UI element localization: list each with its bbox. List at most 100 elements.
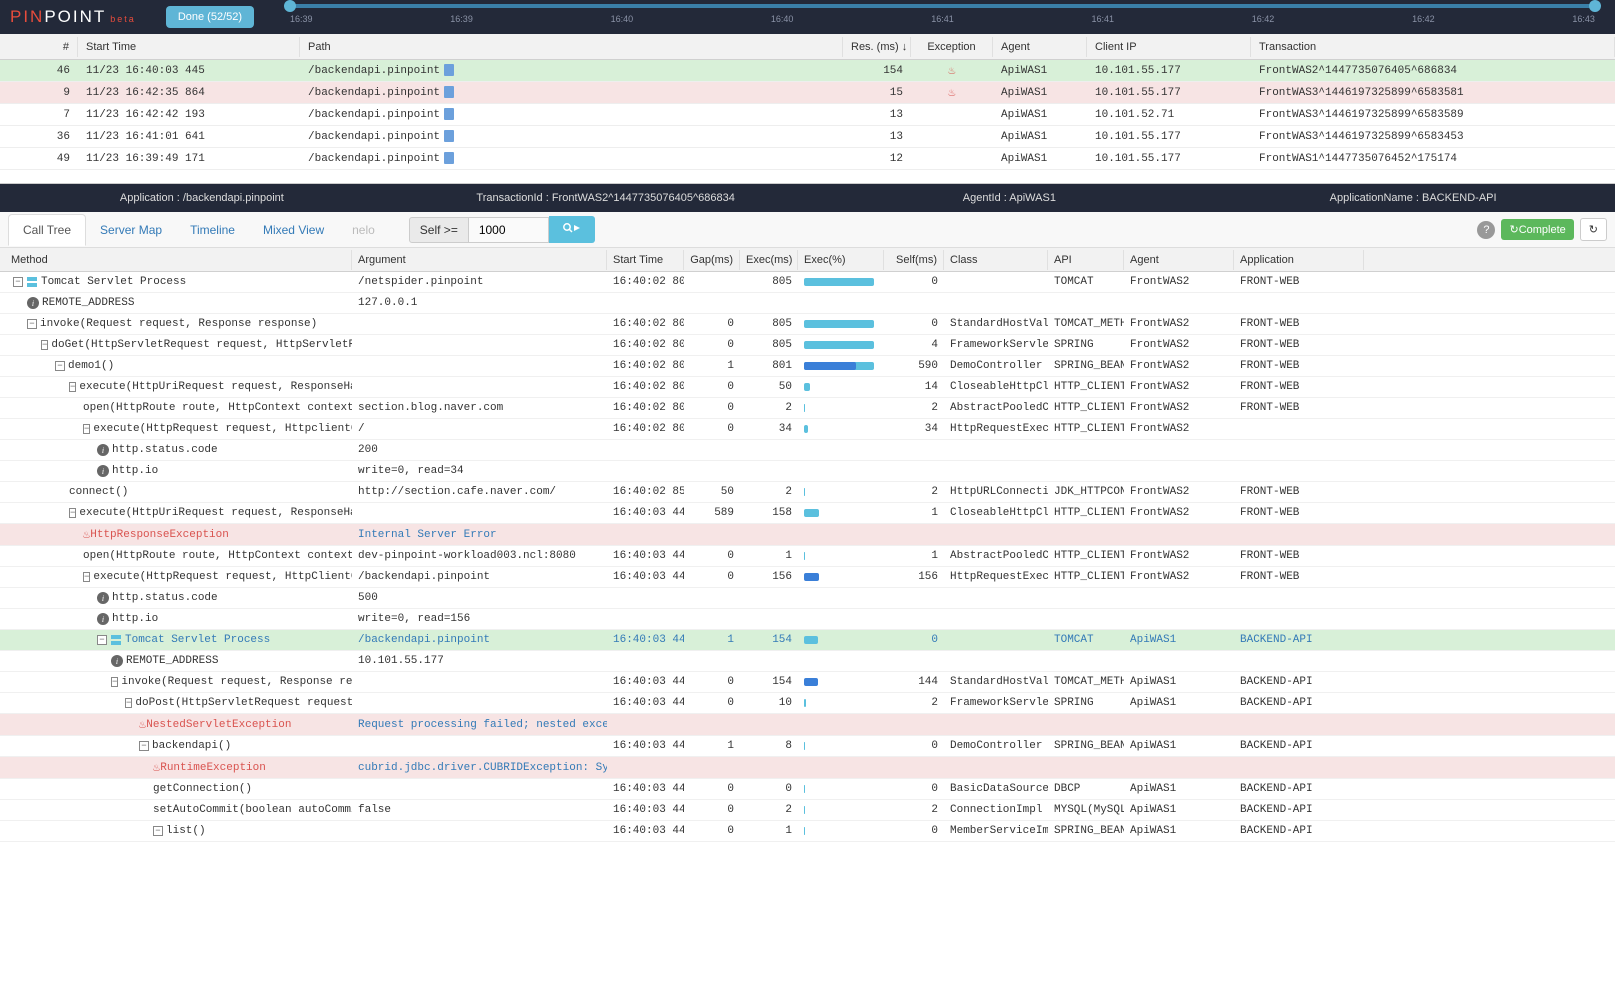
cell-method: ihttp.status.code [5, 589, 352, 607]
tab-call-tree[interactable]: Call Tree [8, 214, 86, 246]
expand-icon[interactable]: − [125, 698, 132, 708]
cell-gap: 1 [684, 737, 740, 755]
expand-icon[interactable]: − [111, 677, 118, 687]
call-tree-row[interactable]: ♨ NestedServletExceptionRequest processi… [0, 714, 1615, 736]
expand-icon[interactable]: − [69, 508, 76, 518]
tcol-application[interactable]: Application [1234, 250, 1364, 270]
complete-button[interactable]: ↻Complete [1501, 219, 1573, 240]
call-tree-row[interactable]: −execute(HttpUriRequest request, Respons… [0, 377, 1615, 398]
transaction-row[interactable]: 3611/23 16:41:01 641/backendapi.pinpoint… [0, 126, 1615, 148]
cell-exec [740, 300, 798, 306]
call-tree-row[interactable]: ♨ RuntimeExceptioncubrid.jdbc.driver.CUB… [0, 757, 1615, 779]
expand-icon[interactable]: − [69, 382, 76, 392]
expand-icon[interactable]: − [27, 319, 37, 329]
tcol-method[interactable]: Method [5, 250, 352, 270]
expand-icon[interactable]: − [97, 635, 107, 645]
col-start[interactable]: Start Time [78, 37, 300, 57]
cell-execpct [798, 548, 884, 564]
call-tree-row[interactable]: ihttp.iowrite=0, read=156 [0, 609, 1615, 630]
timeline-slider[interactable] [290, 4, 1595, 8]
cell-exec: 50 [740, 378, 798, 396]
transaction-row[interactable]: 4911/23 16:39:49 171/backendapi.pinpoint… [0, 148, 1615, 170]
cell-argument: dev-pinpoint-workload003.ncl:8080 [352, 547, 607, 565]
call-tree-row[interactable]: open(HttpRoute route, HttpContext contex… [0, 546, 1615, 567]
cell-agent: ApiWAS1 [1124, 694, 1234, 712]
cell-method: −execute(HttpRequest request, Httpclient… [5, 420, 352, 438]
tab-mixed-view[interactable]: Mixed View [249, 215, 338, 245]
tcol-execpct[interactable]: Exec(%) [798, 250, 884, 270]
call-tree-row[interactable]: −doPost(HttpServletRequest request, Http… [0, 693, 1615, 714]
expand-icon[interactable]: − [13, 277, 23, 287]
tcol-start[interactable]: Start Time [607, 250, 684, 270]
call-tree-row[interactable]: −backendapi()16:40:03 446180DemoControll… [0, 736, 1615, 757]
tcol-exec[interactable]: Exec(ms) [740, 250, 798, 270]
call-tree-row[interactable]: −Tomcat Servlet Process/netspider.pinpoi… [0, 272, 1615, 293]
call-tree-row[interactable]: setAutoCommit(boolean autoCommitFlag)fal… [0, 800, 1615, 821]
call-tree-row[interactable]: −execute(HttpUriRequest request, Respons… [0, 503, 1615, 524]
call-tree-row[interactable]: −execute(HttpRequest request, HttpClient… [0, 567, 1615, 588]
call-tree-row[interactable]: connect()http://section.cafe.naver.com/1… [0, 482, 1615, 503]
expand-icon[interactable]: − [139, 741, 149, 751]
cell-method: −demo1() [5, 357, 352, 375]
col-agent[interactable]: Agent [993, 37, 1087, 57]
cell-gap: 0 [684, 694, 740, 712]
done-button[interactable]: Done (52/52) [166, 6, 254, 28]
call-tree-row[interactable]: ihttp.status.code500 [0, 588, 1615, 609]
call-tree-row[interactable]: getConnection()16:40:03 446000BasicDataS… [0, 779, 1615, 800]
col-num[interactable]: # [0, 37, 78, 57]
transaction-row[interactable]: 4611/23 16:40:03 445/backendapi.pinpoint… [0, 60, 1615, 82]
tcol-class[interactable]: Class [944, 250, 1048, 270]
tcol-argument[interactable]: Argument [352, 250, 607, 270]
call-tree-row[interactable]: −list()16:40:03 448010MemberServiceImplS… [0, 821, 1615, 842]
cell-execpct [798, 316, 884, 332]
cell-gap: 1 [684, 631, 740, 649]
call-tree-row[interactable]: −Tomcat Servlet Process/backendapi.pinpo… [0, 630, 1615, 651]
cell-argument: /netspider.pinpoint [352, 273, 607, 291]
cell-exec [740, 722, 798, 728]
col-clientip[interactable]: Client IP [1087, 37, 1251, 57]
help-button[interactable]: ? [1477, 221, 1495, 239]
tab-timeline[interactable]: Timeline [176, 215, 249, 245]
cell-start: 11/23 16:40:03 445 [78, 62, 300, 80]
col-exception[interactable]: Exception [911, 37, 993, 57]
tcol-self[interactable]: Self(ms) [884, 250, 944, 270]
cell-argument [352, 321, 607, 327]
col-res[interactable]: Res. (ms) ↓ [843, 37, 911, 57]
call-tree-row[interactable]: ♨ HttpResponseExceptionInternal Server E… [0, 524, 1615, 546]
transaction-row[interactable]: 711/23 16:42:42 193/backendapi.pinpoint1… [0, 104, 1615, 126]
cell-argument [352, 679, 607, 685]
refresh-button[interactable]: ↻ [1580, 218, 1607, 241]
col-transaction[interactable]: Transaction [1251, 37, 1615, 57]
call-tree-row[interactable]: open(HttpRoute route, HttpContext contex… [0, 398, 1615, 419]
self-filter-search-button[interactable] [549, 216, 595, 243]
cell-class: HttpRequestExecut… [944, 420, 1048, 438]
call-tree-grid: Method Argument Start Time Gap(ms) Exec(… [0, 248, 1615, 1001]
expand-icon[interactable]: − [153, 826, 163, 836]
call-tree-row[interactable]: −doGet(HttpServletRequest request, HttpS… [0, 335, 1615, 356]
transaction-row[interactable]: 911/23 16:42:35 864/backendapi.pinpoint1… [0, 82, 1615, 104]
expand-icon[interactable]: − [55, 361, 65, 371]
expand-icon[interactable]: − [83, 424, 90, 434]
call-tree-row[interactable]: ihttp.status.code200 [0, 440, 1615, 461]
expand-icon[interactable]: − [41, 340, 48, 350]
tcol-agent[interactable]: Agent [1124, 250, 1234, 270]
call-tree-row[interactable]: −invoke(Request request, Response respon… [0, 672, 1615, 693]
call-tree-row[interactable]: −execute(HttpRequest request, Httpclient… [0, 419, 1615, 440]
cell-exec: 158 [740, 504, 798, 522]
call-tree-row[interactable]: −demo1()16:40:02 8021801590DemoControlle… [0, 356, 1615, 377]
call-tree-row[interactable]: iREMOTE_ADDRESS10.101.55.177 [0, 651, 1615, 672]
cell-class: ConnectionImpl [944, 801, 1048, 819]
tcol-api[interactable]: API [1048, 250, 1124, 270]
cell-app: BACKEND-API [1234, 737, 1364, 755]
call-tree-row[interactable]: −invoke(Request request, Response respon… [0, 314, 1615, 335]
expand-icon[interactable]: − [83, 572, 90, 582]
cell-api: TOMCAT [1048, 631, 1124, 649]
call-tree-row[interactable]: iREMOTE_ADDRESS127.0.0.1 [0, 293, 1615, 314]
call-tree-row[interactable]: ihttp.iowrite=0, read=34 [0, 461, 1615, 482]
col-path[interactable]: Path [300, 37, 843, 57]
self-filter-input[interactable] [469, 217, 549, 243]
cell-self: 0 [884, 737, 944, 755]
tab-server-map[interactable]: Server Map [86, 215, 176, 245]
tcol-gap[interactable]: Gap(ms) [684, 250, 740, 270]
cell-transaction: FrontWAS3^1446197325899^6583453 [1251, 128, 1615, 146]
